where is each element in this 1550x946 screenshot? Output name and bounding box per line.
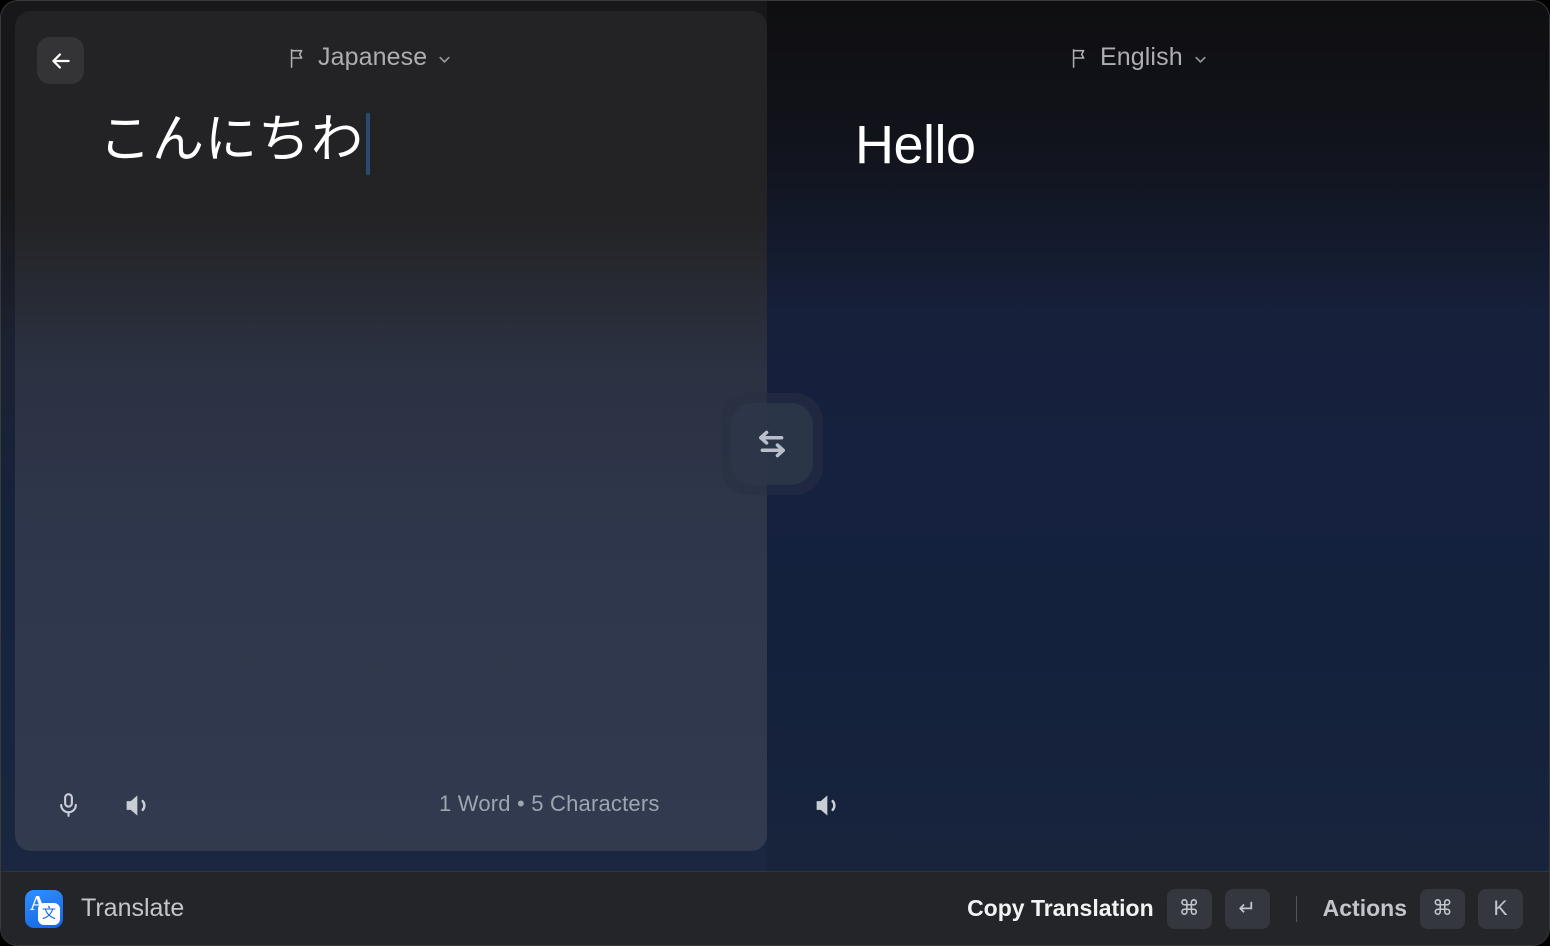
character-counter: 1 Word • 5 Characters xyxy=(439,791,660,816)
speaker-icon xyxy=(126,794,146,816)
swap-button-halo xyxy=(721,393,823,495)
target-text-output: Hello xyxy=(855,115,976,175)
app-chip[interactable]: A 文 Translate xyxy=(25,889,185,928)
swap-horizontal-icon xyxy=(759,430,785,458)
chevron-down-icon xyxy=(439,56,450,63)
swap-languages-button[interactable] xyxy=(731,403,813,485)
command-key-chip-actions[interactable]: ⌘ xyxy=(1420,888,1465,929)
source-speaker-button[interactable] xyxy=(117,784,159,826)
source-text-input[interactable]: こんにちわ xyxy=(99,109,719,175)
microphone-icon xyxy=(59,792,77,817)
text-caret xyxy=(366,113,371,175)
footer-actions: Copy Translation ⌘ ↵ Actions ⌘ K xyxy=(967,888,1523,929)
source-microphone-button[interactable] xyxy=(47,784,89,826)
flag-icon xyxy=(1072,48,1085,68)
source-language-selector[interactable]: Japanese xyxy=(287,43,451,72)
target-language-label: English xyxy=(1100,43,1183,71)
speaker-icon xyxy=(816,794,836,816)
cjk-glyph: 文 xyxy=(42,905,56,922)
source-language-label: Japanese xyxy=(318,43,428,71)
target-panel-tools xyxy=(807,784,849,826)
footer-bar: A 文 Translate Copy Translation ⌘ ↵ Actio… xyxy=(1,871,1549,945)
actions-button[interactable]: Actions xyxy=(1323,895,1407,922)
return-key-chip[interactable]: ↵ xyxy=(1224,888,1270,929)
k-key-chip[interactable]: K xyxy=(1478,888,1523,929)
footer-divider xyxy=(1295,895,1297,922)
translate-main-area: Japanese こんにちわ 1 Word • 5 Characters Eng… xyxy=(1,1,1549,873)
source-text-value: こんにちわ xyxy=(99,110,365,170)
cjk-glyph-box: 文 xyxy=(38,902,60,925)
arrow-left-icon xyxy=(51,52,70,69)
translate-window: Japanese こんにちわ 1 Word • 5 Characters Eng… xyxy=(0,0,1550,946)
back-button[interactable] xyxy=(37,37,84,84)
copy-translation-button[interactable]: Copy Translation xyxy=(967,895,1154,922)
command-key-chip[interactable]: ⌘ xyxy=(1166,888,1212,929)
target-speaker-button[interactable] xyxy=(807,784,849,826)
translate-app-icon: A 文 xyxy=(25,889,63,928)
target-language-selector[interactable]: English xyxy=(1069,43,1207,72)
chevron-down-icon xyxy=(1195,56,1206,63)
flag-icon xyxy=(290,48,303,68)
app-name-label: Translate xyxy=(81,894,185,922)
source-panel-tools xyxy=(47,784,159,826)
